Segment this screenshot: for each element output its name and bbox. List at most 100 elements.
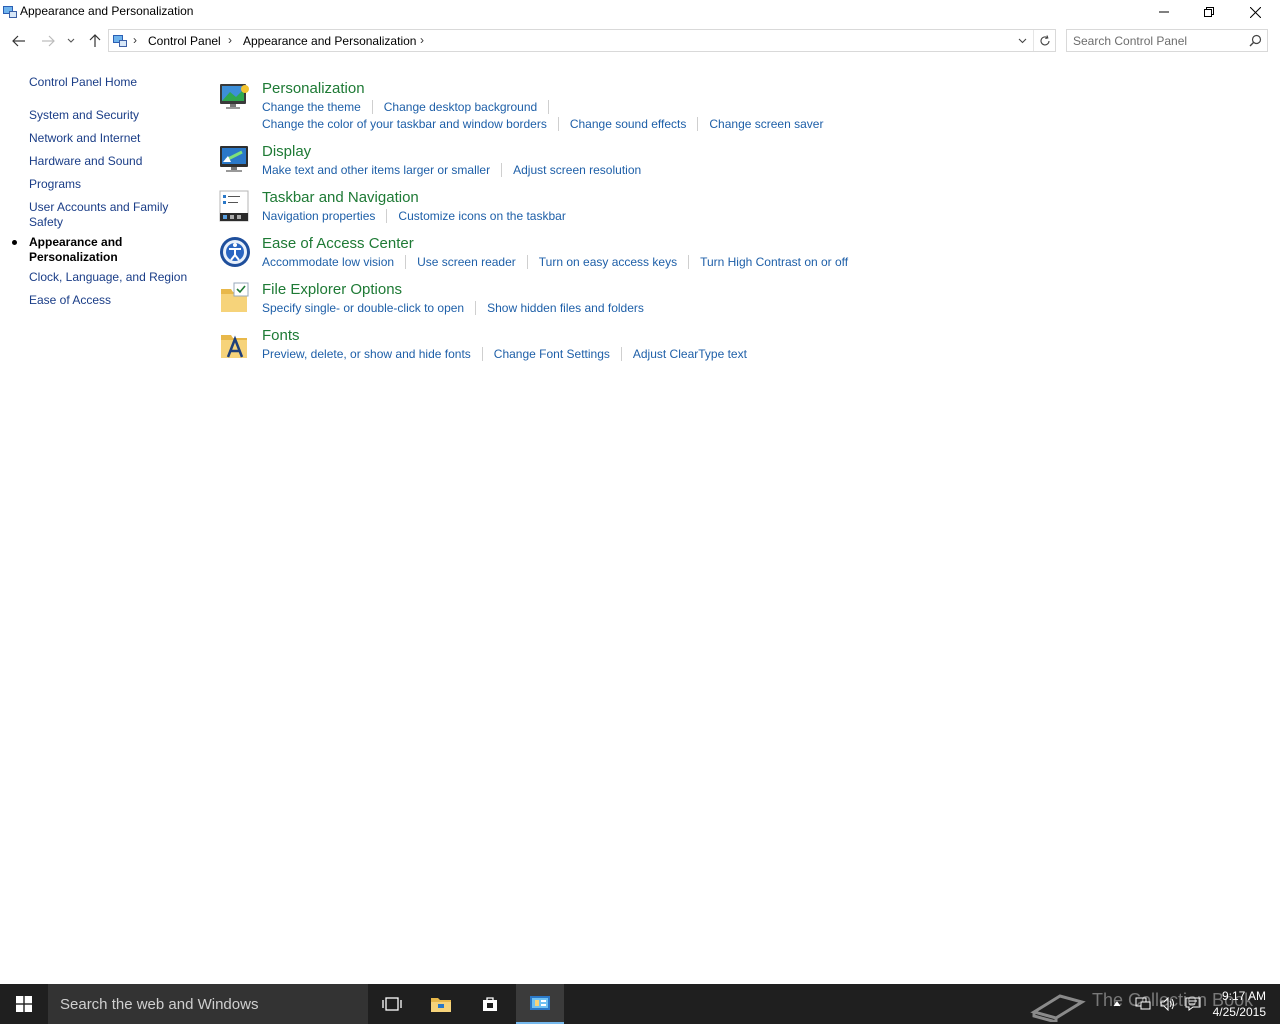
control-panel-icon — [3, 6, 17, 18]
restore-button[interactable] — [1186, 0, 1232, 24]
close-button[interactable] — [1232, 0, 1278, 24]
task-view-button[interactable] — [368, 984, 416, 1024]
refresh-button[interactable] — [1033, 30, 1055, 51]
search-input[interactable] — [1073, 33, 1243, 49]
display-title-link[interactable]: Display — [262, 143, 311, 160]
nav-hardware-and-sound[interactable]: Hardware and Sound — [29, 154, 189, 169]
window-title: Appearance and Personalization — [20, 4, 194, 18]
file-explorer-options-title-link[interactable]: File Explorer Options — [262, 281, 402, 298]
store-taskbar-button[interactable] — [466, 984, 514, 1024]
nav-clock-language-region[interactable]: Clock, Language, and Region — [29, 270, 189, 285]
taskbar-navigation-title-link[interactable]: Taskbar and Navigation — [262, 189, 419, 206]
ease-of-access-center-title-link[interactable]: Ease of Access Center — [262, 235, 414, 252]
nav-user-accounts[interactable]: User Accounts and Family Safety — [29, 200, 179, 230]
control-panel-icon — [113, 35, 127, 47]
action-center-button[interactable] — [1181, 984, 1205, 1024]
accommodate-low-vision-link[interactable]: Accommodate low vision — [262, 255, 394, 269]
taskbar-clock[interactable]: 9:17 AM 4/25/2015 — [1213, 988, 1266, 1020]
network-tray-button[interactable] — [1131, 984, 1155, 1024]
easy-access-keys-link[interactable]: Turn on easy access keys — [539, 255, 677, 269]
address-bar[interactable]: › Control Panel › Appearance and Persona… — [108, 29, 1056, 52]
make-text-larger-link[interactable]: Make text and other items larger or smal… — [262, 163, 490, 177]
link-divider — [620, 347, 622, 361]
file-explorer-taskbar-button[interactable] — [417, 984, 465, 1024]
search-icon[interactable] — [1249, 34, 1262, 47]
breadcrumb-control-panel[interactable]: Control Panel — [148, 34, 221, 48]
personalization-links-row-2: Change the color of your taskbar and win… — [262, 117, 823, 131]
personalization-icon — [220, 84, 249, 109]
display-icon — [220, 146, 248, 172]
change-theme-link[interactable]: Change the theme — [262, 100, 361, 114]
clock-date: 4/25/2015 — [1212, 1005, 1266, 1019]
taskbar: Search the web and Windows The Collectio… — [0, 984, 1280, 1024]
search-box[interactable] — [1066, 29, 1268, 52]
change-desktop-background-link[interactable]: Change desktop background — [384, 100, 537, 114]
back-arrow-icon — [12, 35, 25, 47]
personalization-title-link[interactable]: Personalization — [262, 80, 365, 97]
control-panel-taskbar-button[interactable] — [516, 984, 564, 1024]
network-icon — [1135, 997, 1151, 1010]
clock-time: 9:17 AM — [1221, 989, 1266, 1003]
book-logo-icon — [1030, 994, 1086, 1022]
back-button[interactable] — [8, 30, 30, 52]
control-panel-icon — [530, 996, 550, 1010]
navigation-bar: › Control Panel › Appearance and Persona… — [0, 28, 1280, 54]
link-divider — [697, 117, 699, 131]
ease-of-access-icon — [220, 237, 250, 267]
taskbar-search-box[interactable]: Search the web and Windows — [48, 984, 368, 1024]
action-center-icon — [1185, 997, 1201, 1011]
up-button[interactable] — [84, 30, 106, 52]
link-divider — [475, 301, 477, 315]
personalization-links-row-1: Change the theme Change desktop backgrou… — [262, 100, 560, 114]
breadcrumb-appearance[interactable]: Appearance and Personalization — [243, 34, 416, 48]
close-icon — [1249, 6, 1261, 18]
high-contrast-link[interactable]: Turn High Contrast on or off — [700, 255, 848, 269]
control-panel-home-link[interactable]: Control Panel Home — [29, 75, 189, 90]
single-double-click-link[interactable]: Specify single- or double-click to open — [262, 301, 464, 315]
link-divider — [386, 209, 388, 223]
change-sound-effects-link[interactable]: Change sound effects — [570, 117, 687, 131]
fonts-title-link[interactable]: Fonts — [262, 327, 300, 344]
minimize-button[interactable] — [1141, 0, 1187, 24]
fonts-folder-icon — [221, 335, 247, 358]
file-explorer-links-row: Specify single- or double-click to open … — [262, 301, 644, 315]
navigation-properties-link[interactable]: Navigation properties — [262, 209, 375, 223]
change-taskbar-color-link[interactable]: Change the color of your taskbar and win… — [262, 117, 547, 131]
adjust-cleartype-link[interactable]: Adjust ClearType text — [633, 347, 747, 361]
preview-delete-fonts-link[interactable]: Preview, delete, or show and hide fonts — [262, 347, 471, 361]
link-divider — [688, 255, 690, 269]
nav-system-and-security[interactable]: System and Security — [29, 108, 189, 123]
breadcrumb-separator-icon[interactable]: › — [133, 33, 137, 47]
nav-network-and-internet[interactable]: Network and Internet — [29, 131, 189, 146]
taskbar-icon — [219, 190, 249, 222]
chevron-up-icon — [1113, 1001, 1121, 1007]
up-arrow-icon — [89, 34, 101, 47]
start-button[interactable] — [0, 984, 48, 1024]
nav-programs[interactable]: Programs — [29, 177, 189, 192]
breadcrumb-separator-icon[interactable]: › — [420, 33, 424, 47]
breadcrumb-separator-icon[interactable]: › — [228, 33, 232, 47]
forward-button[interactable] — [37, 30, 59, 52]
chevron-down-icon — [67, 38, 75, 43]
recent-locations-button[interactable] — [62, 30, 80, 52]
address-history-button[interactable] — [1013, 30, 1031, 51]
change-screen-saver-link[interactable]: Change screen saver — [709, 117, 823, 131]
restore-icon — [1204, 7, 1214, 17]
ease-of-access-links-row: Accommodate low vision Use screen reader… — [262, 255, 848, 269]
show-hidden-files-link[interactable]: Show hidden files and folders — [487, 301, 644, 315]
adjust-screen-resolution-link[interactable]: Adjust screen resolution — [513, 163, 641, 177]
link-divider — [405, 255, 407, 269]
taskbar-links-row: Navigation properties Customize icons on… — [262, 209, 566, 223]
volume-tray-button[interactable] — [1156, 984, 1180, 1024]
nav-appearance-current: Appearance and Personalization — [29, 235, 123, 264]
title-bar: Appearance and Personalization — [0, 0, 1280, 24]
nav-ease-of-access[interactable]: Ease of Access — [29, 293, 189, 308]
store-icon — [483, 997, 497, 1011]
chevron-down-icon — [1018, 38, 1026, 43]
link-divider — [371, 100, 373, 114]
link-divider — [557, 117, 559, 131]
change-font-settings-link[interactable]: Change Font Settings — [494, 347, 610, 361]
customize-taskbar-icons-link[interactable]: Customize icons on the taskbar — [398, 209, 565, 223]
use-screen-reader-link[interactable]: Use screen reader — [417, 255, 516, 269]
show-hidden-icons-button[interactable] — [1108, 984, 1126, 1024]
